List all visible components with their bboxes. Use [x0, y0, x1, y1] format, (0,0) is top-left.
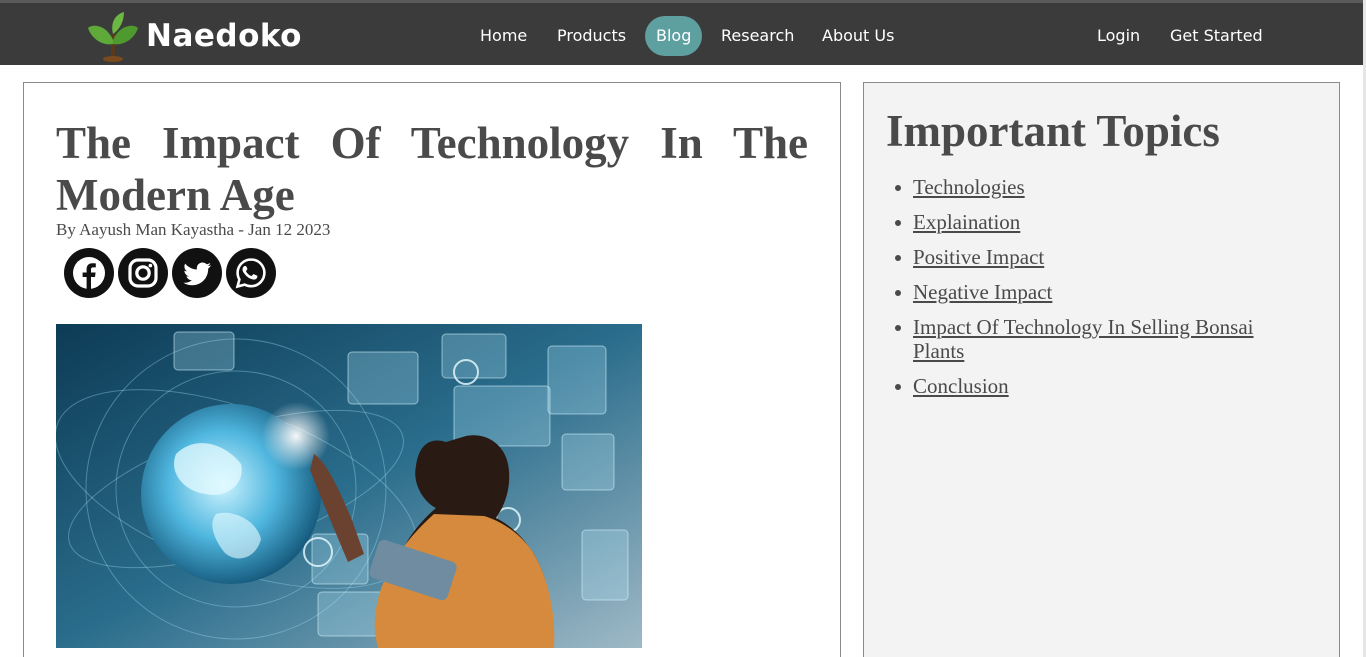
topic-link-conclusion[interactable]: Conclusion — [913, 374, 1009, 398]
important-topics-sidebar: Important Topics Technologies Explainati… — [863, 82, 1340, 657]
nav-home[interactable]: Home — [469, 16, 538, 56]
facebook-icon[interactable] — [64, 248, 114, 298]
top-navbar: Naedoko Home Products Blog Research Abou… — [0, 0, 1366, 65]
topic-item: Explaination — [895, 210, 1293, 234]
social-share-bar — [64, 248, 276, 298]
twitter-icon[interactable] — [172, 248, 222, 298]
topic-link-positive-impact[interactable]: Positive Impact — [913, 245, 1044, 269]
nav-blog[interactable]: Blog — [645, 16, 703, 56]
nav-research[interactable]: Research — [710, 16, 805, 56]
sidebar-title: Important Topics — [886, 106, 1220, 156]
login-link[interactable]: Login — [1086, 16, 1151, 56]
nav-products[interactable]: Products — [546, 16, 637, 56]
hero-image — [56, 324, 642, 648]
topic-item: Conclusion — [895, 374, 1293, 398]
topic-item: Impact Of Technology In Selling Bonsai P… — [895, 315, 1293, 363]
topic-link-negative-impact[interactable]: Negative Impact — [913, 280, 1052, 304]
topic-link-technologies[interactable]: Technologies — [913, 175, 1025, 199]
topics-list: Technologies Explaination Positive Impac… — [895, 175, 1293, 409]
main-nav: Home Products Blog Research About Us Log… — [0, 16, 1366, 56]
nav-about-us[interactable]: About Us — [811, 16, 905, 56]
topic-link-explaination[interactable]: Explaination — [913, 210, 1020, 234]
whatsapp-icon[interactable] — [226, 248, 276, 298]
instagram-icon[interactable] — [118, 248, 168, 298]
article-card: The Impact Of Technology In The Modern A… — [23, 82, 841, 657]
topic-link-bonsai-selling[interactable]: Impact Of Technology In Selling Bonsai P… — [913, 315, 1254, 363]
topic-item: Positive Impact — [895, 245, 1293, 269]
topic-item: Technologies — [895, 175, 1293, 199]
article-byline: By Aayush Man Kayastha - Jan 12 2023 — [56, 220, 331, 239]
article-title: The Impact Of Technology In The Modern A… — [56, 118, 808, 220]
get-started-link[interactable]: Get Started — [1159, 16, 1274, 56]
topic-item: Negative Impact — [895, 280, 1293, 304]
